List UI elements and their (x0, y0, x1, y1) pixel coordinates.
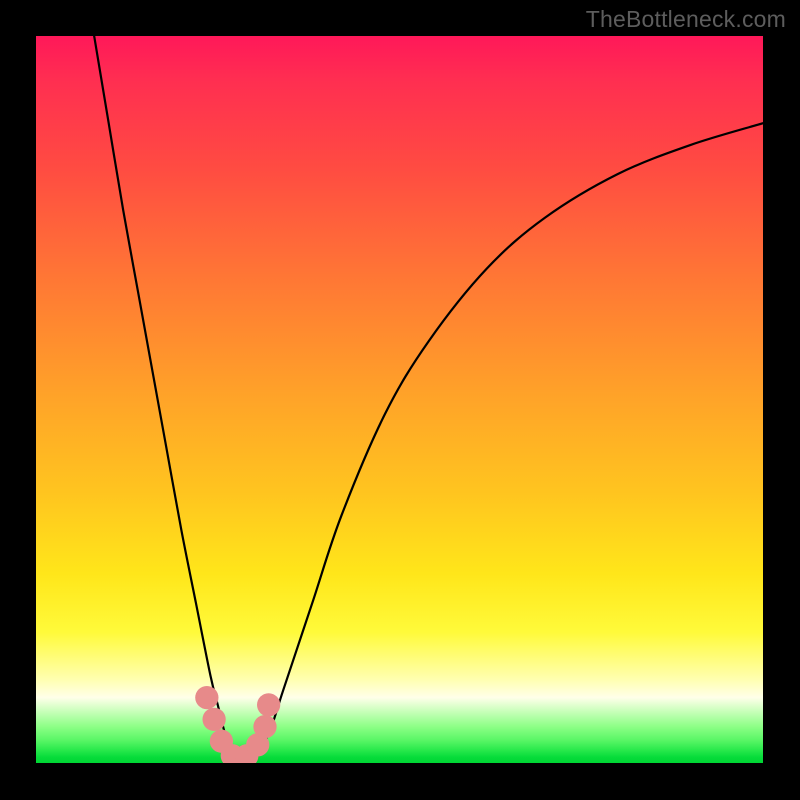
highlight-marker (195, 686, 218, 709)
highlight-marker (202, 708, 225, 731)
plot-area (36, 36, 763, 763)
highlight-markers (195, 686, 280, 763)
chart-frame: TheBottleneck.com (0, 0, 800, 800)
highlight-marker (257, 693, 280, 716)
highlight-marker (253, 715, 276, 738)
bottleneck-curve (94, 36, 763, 760)
curve-layer (36, 36, 763, 763)
watermark: TheBottleneck.com (586, 6, 786, 33)
